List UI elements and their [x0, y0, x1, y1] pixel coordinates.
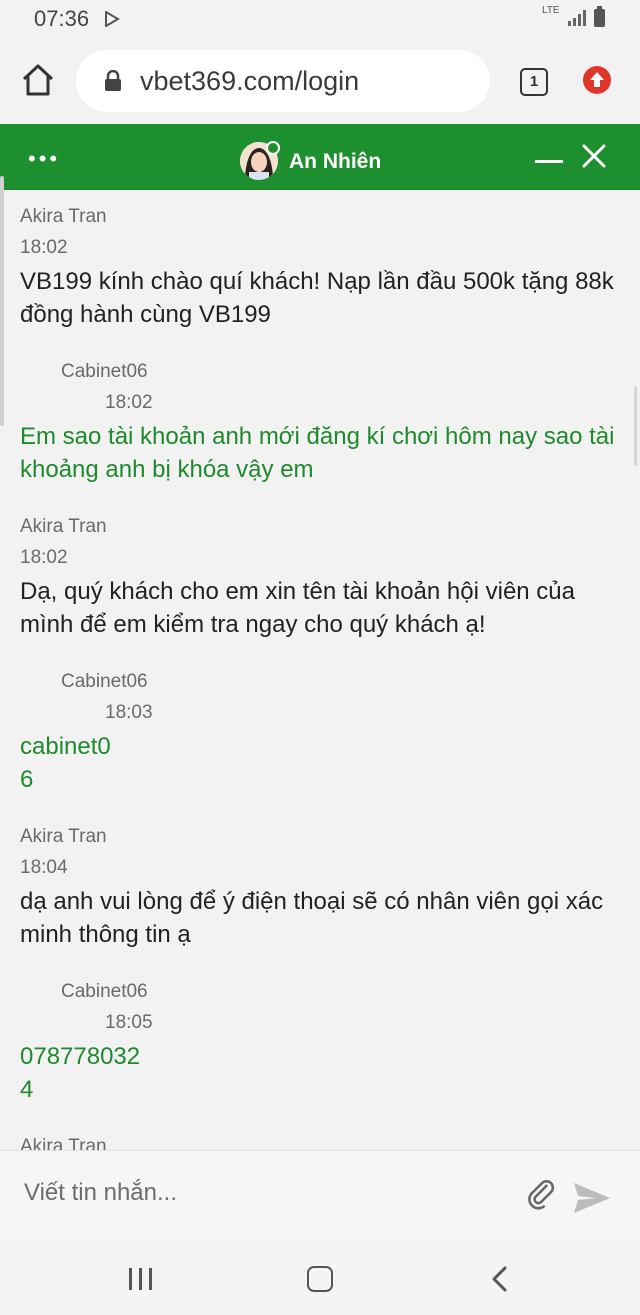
- message-item: Cabinet06 18:03 cabinet0 6: [0, 671, 640, 796]
- recent-apps-icon[interactable]: [129, 1268, 153, 1290]
- message-time: 18:02: [20, 237, 68, 258]
- message-item: Akira Tran: [0, 1136, 640, 1150]
- home-icon[interactable]: [20, 62, 56, 98]
- nav-home-icon[interactable]: [307, 1266, 333, 1292]
- message-text: 078778032 4: [20, 1043, 141, 1103]
- address-bar[interactable]: vbet369.com/login: [76, 50, 490, 112]
- network-type: LTE: [542, 5, 560, 16]
- message-time: 18:03: [105, 702, 153, 723]
- browser-toolbar: vbet369.com/login 1: [0, 40, 640, 124]
- message-text: cabinet0 6: [20, 733, 111, 793]
- message-list: Akira Tran 18:02 VB199 kính chào quí khá…: [0, 190, 640, 1150]
- status-time: 07:36: [34, 6, 90, 31]
- close-icon[interactable]: [580, 142, 608, 170]
- message-time: 18:05: [105, 1012, 153, 1033]
- message-time: 18:02: [105, 392, 153, 413]
- message-text: Em sao tài khoản anh mới đăng kí chơi hô…: [20, 423, 615, 483]
- send-icon[interactable]: [572, 1181, 612, 1215]
- message-sender: Akira Tran: [20, 206, 107, 227]
- lock-icon: [105, 70, 121, 91]
- chat-header: ••• An Nhiên: [0, 124, 640, 190]
- attach-icon[interactable]: [524, 1179, 560, 1215]
- message-sender: Cabinet06: [61, 981, 148, 1002]
- more-icon[interactable]: •••: [28, 146, 60, 172]
- message-item: Akira Tran 18:02 Dạ, quý khách cho em xi…: [0, 516, 640, 641]
- message-item: Cabinet06 18:02 Em sao tài khoản anh mới…: [0, 361, 640, 486]
- url-text: vbet369.com/login: [140, 66, 360, 96]
- message-sender: Cabinet06: [61, 361, 148, 382]
- message-text: dạ anh vui lòng để ý điện thoại sẽ có nh…: [20, 888, 604, 948]
- message-text: Dạ, quý khách cho em xin tên tài khoản h…: [20, 578, 575, 638]
- back-icon[interactable]: [490, 1266, 508, 1292]
- message-text: VB199 kính chào quí khách! Nạp lần đầu 5…: [20, 268, 614, 328]
- message-sender: Cabinet06: [61, 671, 148, 692]
- tabs-icon[interactable]: 1: [520, 68, 548, 96]
- update-icon[interactable]: [583, 66, 611, 94]
- system-navigation-bar: [0, 1242, 640, 1315]
- message-composer: [0, 1150, 640, 1243]
- message-time: 18:04: [20, 857, 68, 878]
- signal-icon: [568, 10, 586, 26]
- message-item: Akira Tran 18:02 VB199 kính chào quí khá…: [0, 206, 640, 331]
- message-input[interactable]: [24, 1179, 494, 1207]
- message-time: 18:02: [20, 547, 68, 568]
- status-bar: 07:36 LTE: [0, 0, 640, 40]
- message-sender: Akira Tran: [20, 1136, 107, 1150]
- minimize-icon[interactable]: [535, 160, 563, 163]
- message-item: Cabinet06 18:05 078778032 4: [0, 981, 640, 1106]
- message-sender: Akira Tran: [20, 516, 107, 537]
- battery-icon: [594, 6, 605, 27]
- online-status-indicator: [266, 141, 280, 155]
- play-store-icon: [105, 11, 120, 27]
- agent-name: An Nhiên: [289, 150, 382, 173]
- message-sender: Akira Tran: [20, 826, 107, 847]
- message-item: Akira Tran 18:04 dạ anh vui lòng để ý đi…: [0, 826, 640, 951]
